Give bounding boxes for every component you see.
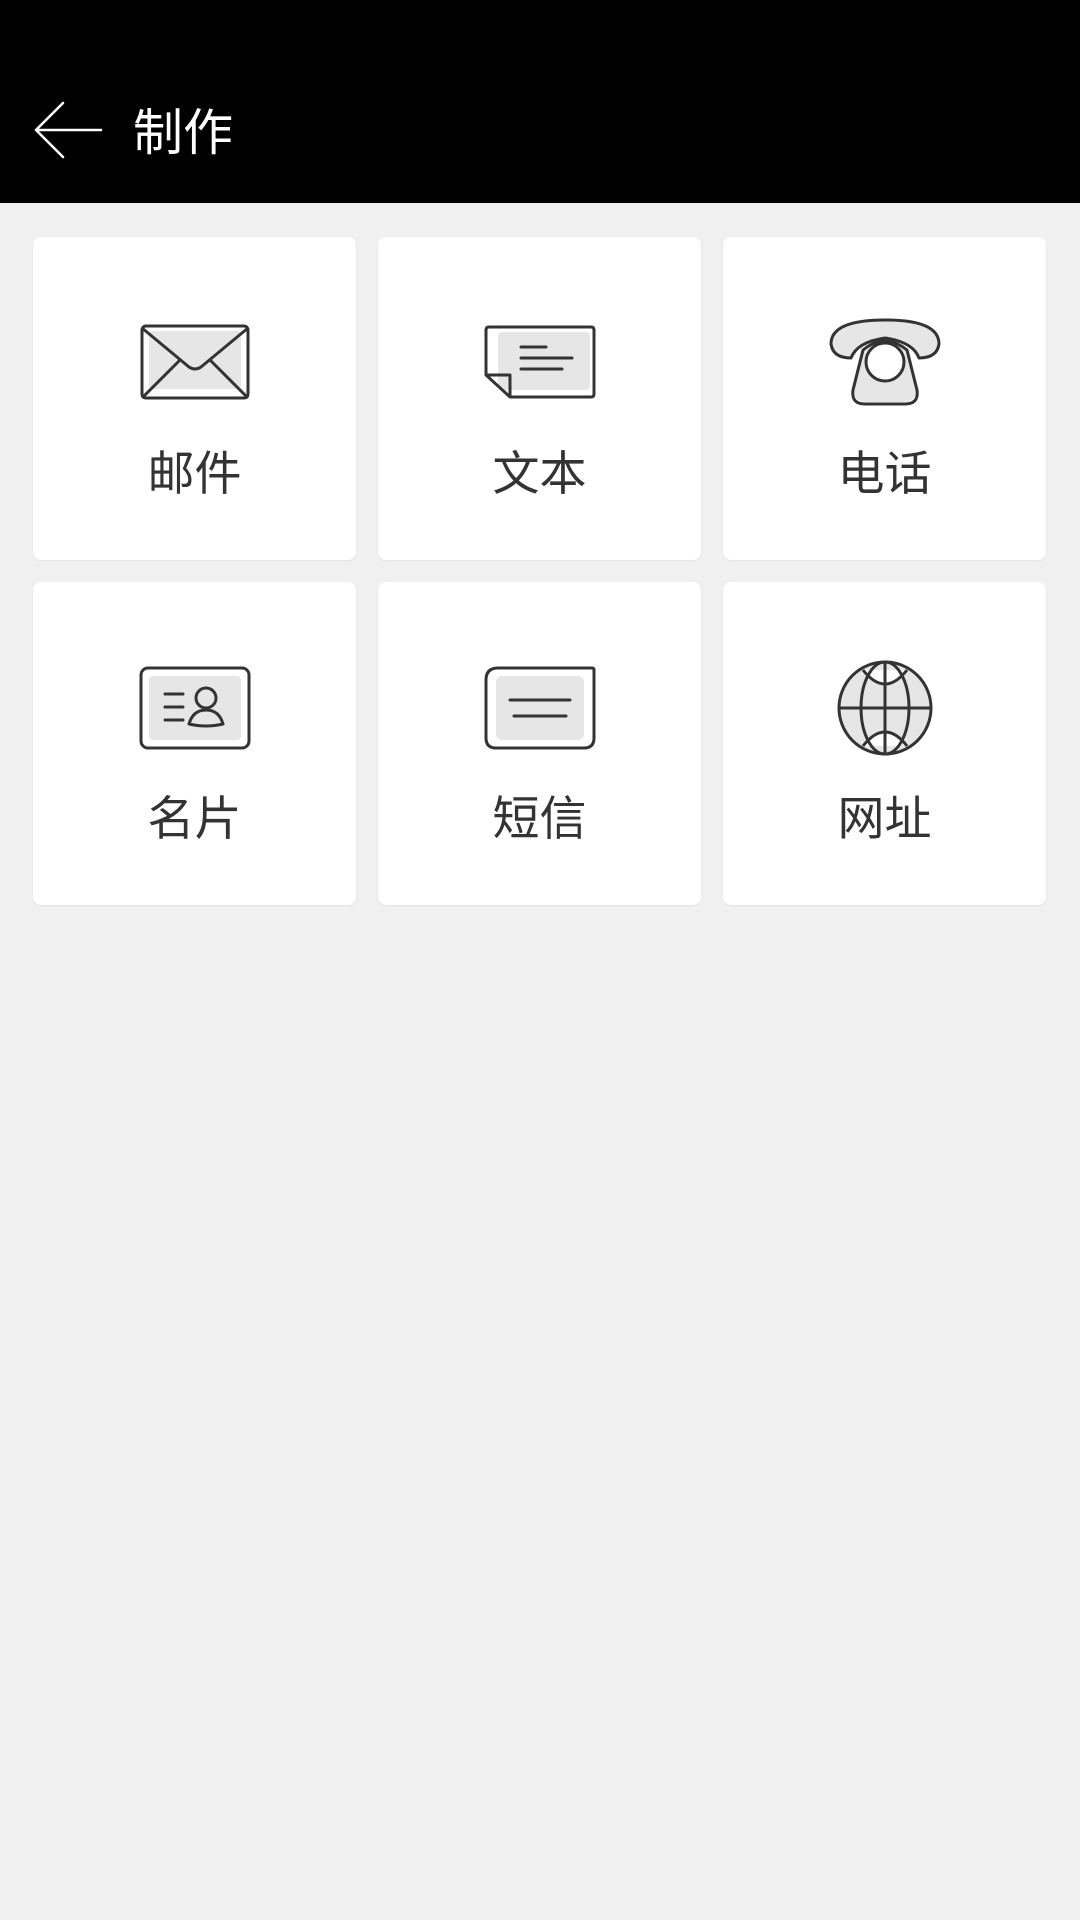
envelope-icon xyxy=(139,323,251,407)
tile-label-email: 邮件 xyxy=(147,447,242,502)
page-title: 制作 xyxy=(133,104,233,162)
tile-email[interactable]: 邮件 xyxy=(33,237,356,560)
tile-business-card[interactable]: 名片 xyxy=(33,582,356,905)
create-type-grid: 邮件 文本 电话 名片 短信 网址 xyxy=(33,237,1047,905)
back-button[interactable] xyxy=(24,96,112,168)
tile-label-url: 网址 xyxy=(837,792,932,847)
tile-sms[interactable]: 短信 xyxy=(378,582,701,905)
globe-icon xyxy=(835,658,935,762)
app-bar: 制作 xyxy=(0,0,1080,203)
tile-label-phone: 电话 xyxy=(837,447,932,502)
business-card-icon xyxy=(139,666,251,754)
tile-label-text: 文本 xyxy=(492,447,587,502)
tile-label-sms: 短信 xyxy=(492,792,587,847)
sms-message-icon xyxy=(484,666,596,754)
arrow-left-icon xyxy=(33,101,103,163)
tile-url[interactable]: 网址 xyxy=(723,582,1046,905)
tile-text[interactable]: 文本 xyxy=(378,237,701,560)
telephone-icon xyxy=(829,318,941,412)
tile-phone[interactable]: 电话 xyxy=(723,237,1046,560)
text-note-icon xyxy=(484,324,596,406)
tile-label-business-card: 名片 xyxy=(147,792,242,847)
